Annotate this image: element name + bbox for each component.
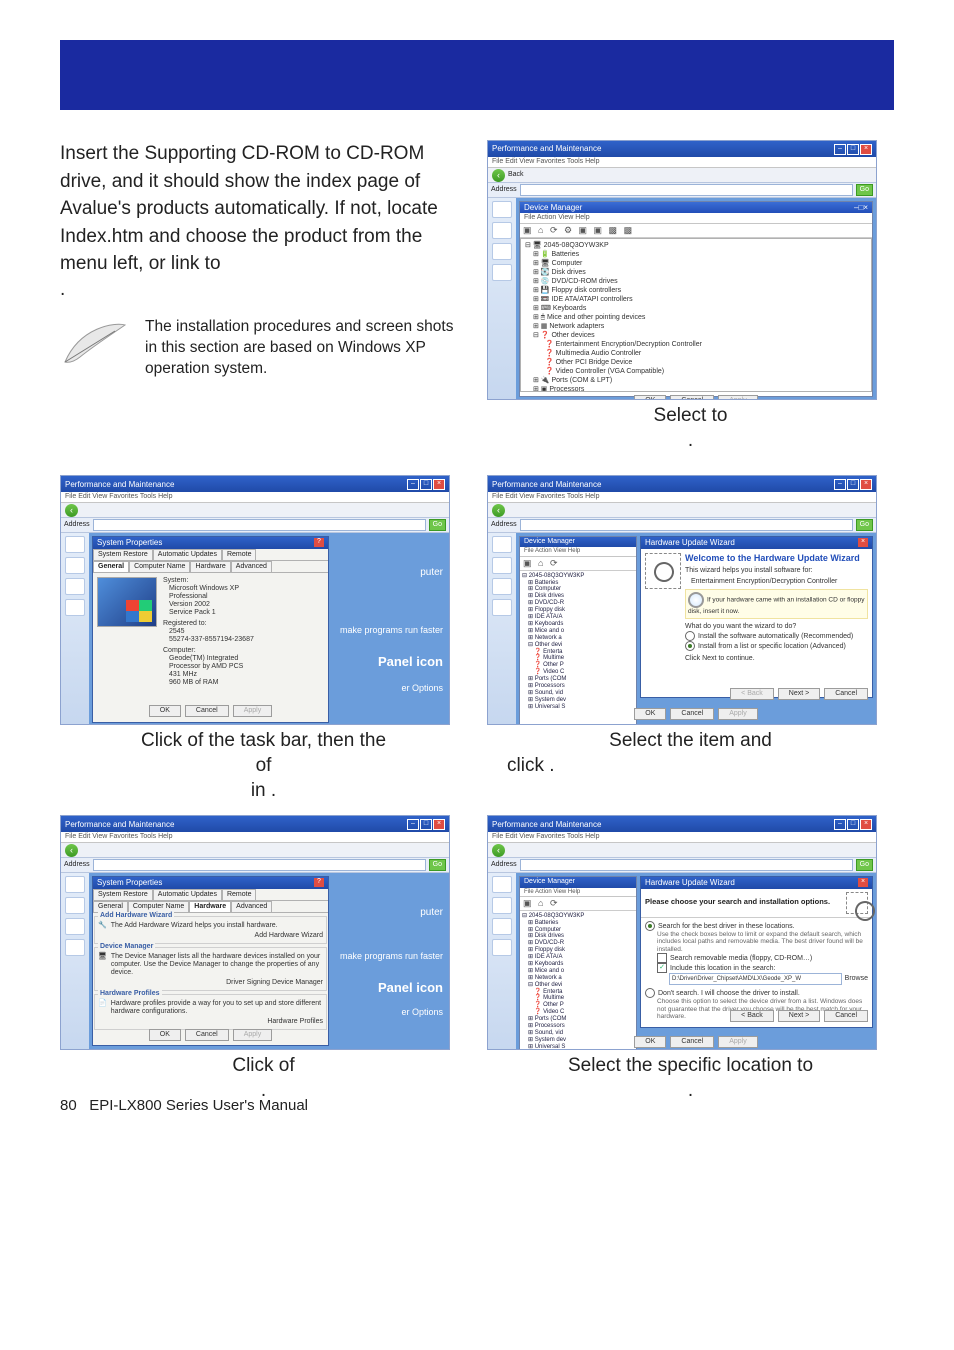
cancel-button[interactable]: Cancel	[824, 688, 868, 700]
cancel-button[interactable]: Cancel	[824, 1010, 868, 1022]
profiles-icon: 📄	[98, 1000, 107, 1016]
screenshot-system-properties-general: Performance and Maintenance–□× File Edit…	[60, 475, 450, 725]
header-bar	[60, 40, 894, 110]
page-footer: 80 EPI-LX800 Series User's Manual	[60, 1097, 308, 1114]
path-input[interactable]: D:\Driver\Driver_Chipset\AMD\LX\Geode_XP…	[669, 973, 842, 985]
hardware-profiles-button[interactable]: Hardware Profiles	[267, 1018, 323, 1025]
screenshot-hardware-wizard-welcome: Performance and Maintenance–□× File Edit…	[487, 475, 877, 725]
screenshot-device-manager: Performance and Maintenance –□× File Edi…	[487, 140, 877, 400]
cancel-button[interactable]: Cancel	[185, 705, 229, 717]
caption-1: Select to.	[487, 404, 894, 453]
next-button[interactable]: Next >	[778, 1010, 820, 1022]
screenshot-hardware-wizard-search: Performance and Maintenance–□× File Edit…	[487, 815, 877, 1050]
intro-paragraph: Insert the Supporting CD-ROM to CD-ROM d…	[60, 140, 460, 278]
caption-2: Click of the task bar, then the of in .	[60, 729, 467, 803]
driver-signing-button[interactable]: Driver Signing	[226, 979, 270, 986]
note-text: The installation procedures and screen s…	[145, 317, 467, 380]
windows-logo-icon	[97, 577, 157, 627]
note-feather-icon	[60, 317, 130, 372]
ok-button[interactable]: OK	[149, 705, 181, 717]
caption-3: Select the item and click .	[487, 729, 894, 778]
chip-icon: 🔧	[98, 922, 107, 930]
caption-5: Select the specific location to.	[487, 1054, 894, 1103]
device-manager-icon: 🖥	[98, 953, 107, 977]
add-hardware-wizard-button[interactable]: Add Hardware Wizard	[255, 932, 323, 939]
next-button[interactable]: Next >	[778, 688, 820, 700]
toolbar-icons[interactable]: ▣ ⌂ ⟳ ⚙ ▣ ▣ ▩ ▩	[520, 224, 872, 237]
screenshot-system-properties-hardware: Performance and Maintenance–□× File Edit…	[60, 815, 450, 1050]
back-button[interactable]: < Back	[730, 1010, 774, 1022]
wizard-icon	[645, 553, 681, 589]
device-manager-button[interactable]: Device Manager	[272, 979, 323, 986]
browse-button[interactable]: Browse	[845, 975, 868, 983]
